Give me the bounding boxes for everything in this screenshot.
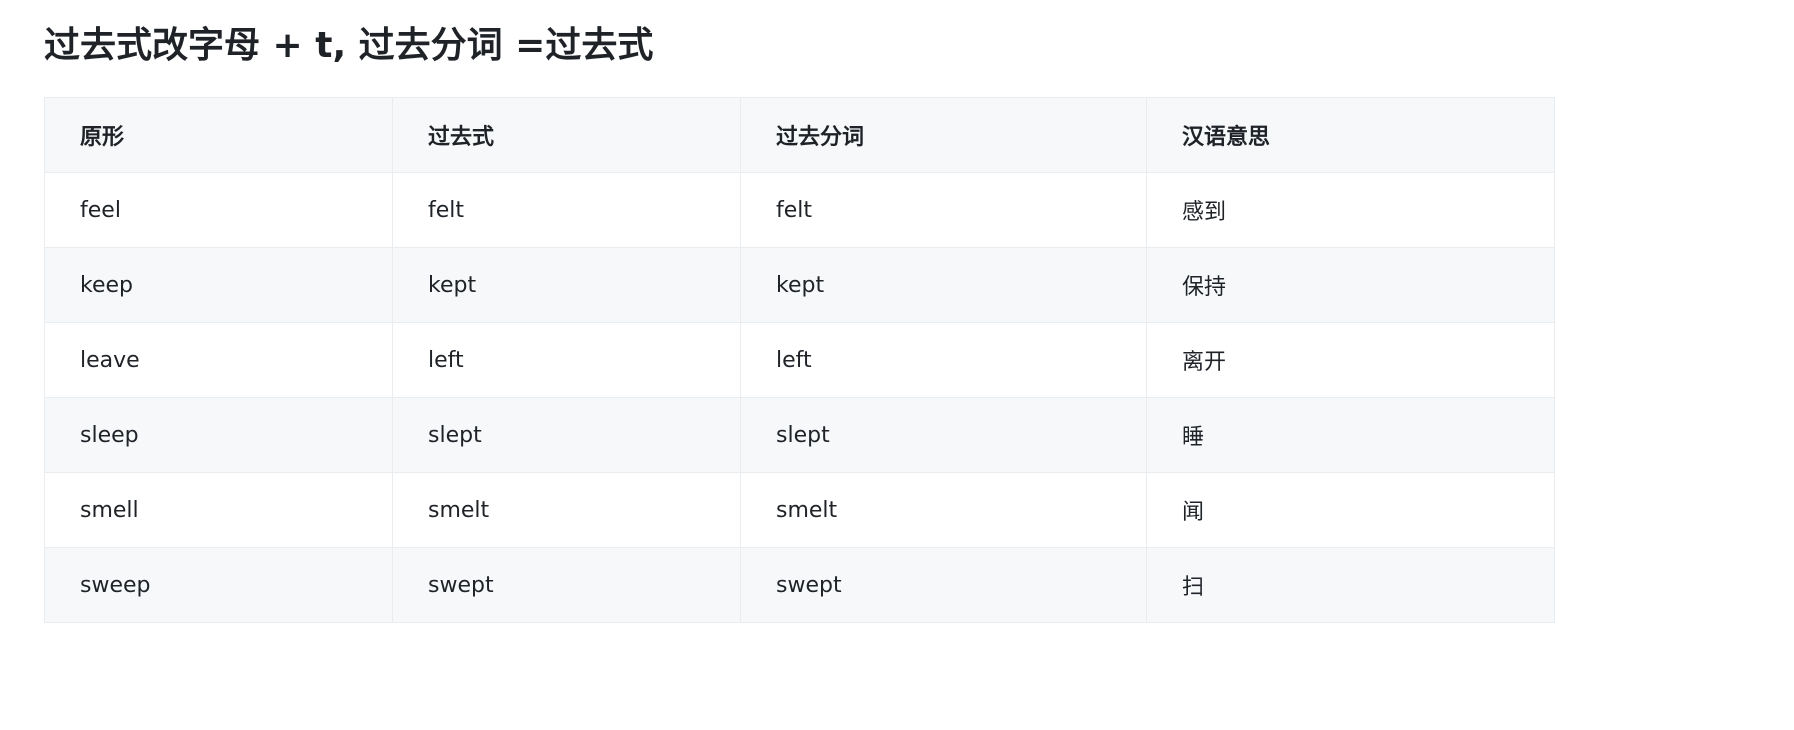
- cell-chinese-meaning: 离开: [1146, 322, 1555, 398]
- table-header: 原形 过去式 过去分词 汉语意思: [44, 97, 1555, 173]
- cell-past-tense: smelt: [392, 472, 741, 548]
- cell-chinese-meaning: 睡: [1146, 397, 1555, 473]
- cell-base-form: sleep: [44, 397, 393, 473]
- cell-base-form: leave: [44, 322, 393, 398]
- cell-chinese-meaning: 扫: [1146, 547, 1555, 623]
- cell-base-form: keep: [44, 247, 393, 323]
- header-base-form: 原形: [44, 97, 393, 173]
- table-row: keep kept kept 保持: [44, 247, 1555, 323]
- table-row: leave left left 离开: [44, 322, 1555, 398]
- table-row: sleep slept slept 睡: [44, 397, 1555, 473]
- table-row: sweep swept swept 扫: [44, 547, 1555, 623]
- cell-past-participle: swept: [740, 547, 1147, 623]
- cell-past-participle: slept: [740, 397, 1147, 473]
- cell-past-tense: slept: [392, 397, 741, 473]
- header-chinese-meaning: 汉语意思: [1146, 97, 1555, 173]
- cell-past-tense: swept: [392, 547, 741, 623]
- header-row: 原形 过去式 过去分词 汉语意思: [44, 97, 1555, 173]
- cell-past-participle: felt: [740, 172, 1147, 248]
- cell-past-participle: kept: [740, 247, 1147, 323]
- cell-chinese-meaning: 保持: [1146, 247, 1555, 323]
- cell-past-participle: left: [740, 322, 1147, 398]
- cell-past-participle: smelt: [740, 472, 1147, 548]
- table-body: feel felt felt 感到 keep kept kept 保持 leav…: [44, 172, 1555, 623]
- table-row: smell smelt smelt 闻: [44, 472, 1555, 548]
- header-past-participle: 过去分词: [740, 97, 1147, 173]
- cell-chinese-meaning: 感到: [1146, 172, 1555, 248]
- cell-chinese-meaning: 闻: [1146, 472, 1555, 548]
- page-title: 过去式改字母 + t, 过去分词 =过去式: [44, 25, 654, 66]
- verb-table: 原形 过去式 过去分词 汉语意思 feel felt felt 感到 keep …: [44, 97, 1555, 623]
- cell-base-form: feel: [44, 172, 393, 248]
- cell-base-form: sweep: [44, 547, 393, 623]
- header-past-tense: 过去式: [392, 97, 741, 173]
- cell-past-tense: kept: [392, 247, 741, 323]
- cell-past-tense: left: [392, 322, 741, 398]
- cell-base-form: smell: [44, 472, 393, 548]
- table-row: feel felt felt 感到: [44, 172, 1555, 248]
- cell-past-tense: felt: [392, 172, 741, 248]
